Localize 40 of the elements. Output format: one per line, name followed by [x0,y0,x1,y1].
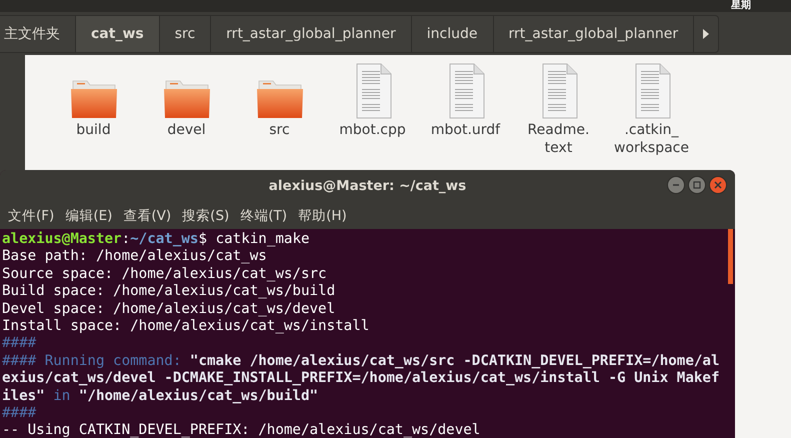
terminal-line: Build space: /home/alexius/cat_ws/build [2,283,336,301]
file-name: build [76,121,111,139]
folder-icon [70,79,118,119]
file-name: devel [167,121,206,139]
terminal-line: Devel space: /home/alexius/cat_ws/devel [2,300,336,318]
terminal-line: -- Using CATKIN_DEVEL_PREFIX: /home/alexius/cat_ws/devel [2,422,482,438]
terminal-line: #### Running command: "cmake /home/alexius/cat_ws/src -DCATKIN_DEVEL_PREFIX=/home/alexius/cat_ws/devel -DCMAKE_INSTALL_PREFIX=/home/alexius/cat_ws/install -G Unix Makefiles" in "/home/alexius/cat_ws/build" [2,352,721,406]
menu-item[interactable]: 终端(T) [236,206,292,224]
terminal-line: #### [2,405,38,422]
scrollbar-thumb[interactable] [728,229,733,284]
maximize-icon [693,181,701,189]
close-icon [714,181,722,189]
terminal-line: Base path: /home/alexius/cat_ws [2,248,268,266]
path-crumb[interactable]: include [412,16,494,52]
file-name: mbot.urdf [430,121,500,139]
right-arrow-icon[interactable] [702,28,710,40]
folder-icon [256,79,304,119]
path-crumb[interactable]: src [160,16,212,52]
window-title: alexius@Master: ~/cat_ws [268,178,466,194]
menu-item[interactable]: 文件(F) [4,206,58,224]
file-name: src [269,121,290,139]
maximize-button[interactable] [688,176,706,194]
terminal-line: alexius@Master:~/cat_ws$ catkin_make [2,231,311,248]
close-button[interactable] [709,176,727,194]
file-name: .catkin_ workspace [614,121,689,157]
minimize-button[interactable] [667,176,685,194]
file-name: Readme. text [528,121,590,157]
path-crumb[interactable]: cat_ws [76,16,160,52]
terminal-line: #### [2,335,38,353]
menu-item[interactable]: 编辑(E) [61,206,116,224]
terminal-line: Install space: /home/alexius/cat_ws/install [2,318,370,336]
menu-item[interactable]: 查看(V) [119,206,176,224]
clock-text: 星期 [731,0,751,12]
folder-icon [162,79,210,119]
file-name: mbot.cpp [339,121,406,139]
terminal-line: Source space: /home/alexius/cat_ws/src [2,266,328,284]
path-crumb[interactable]: rrt_astar_global_planner [211,16,412,52]
path-crumb[interactable]: rrt_astar_global_planner [494,16,694,52]
menu-item[interactable]: 帮助(H) [294,206,351,224]
menu-item[interactable]: 搜索(S) [178,206,234,224]
